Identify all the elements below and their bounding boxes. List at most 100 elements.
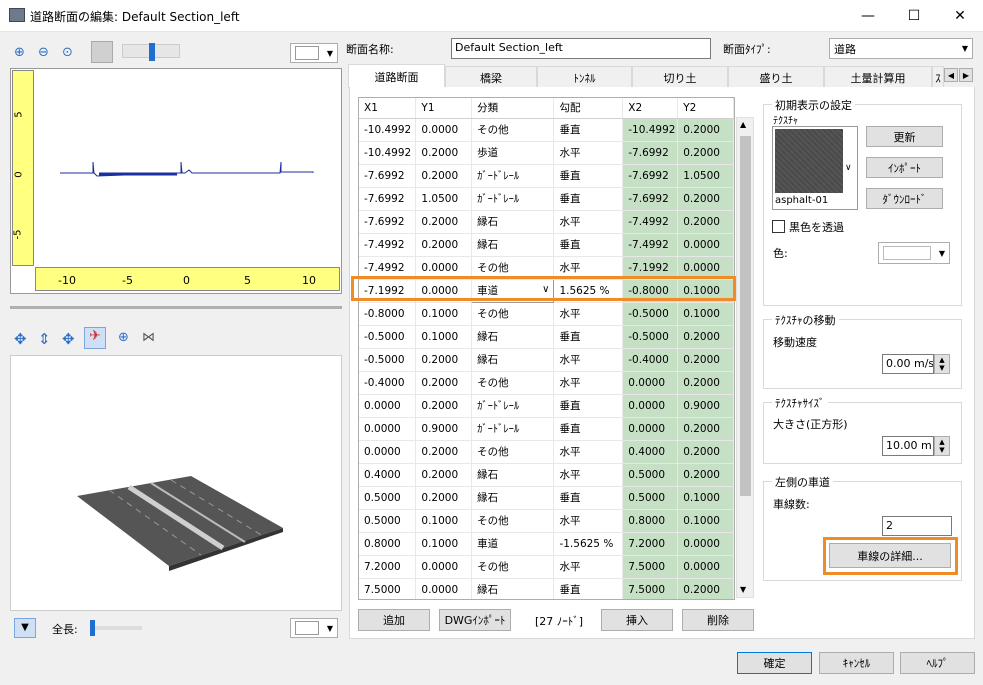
size-input[interactable]: 10.00 m [882, 436, 934, 456]
lane-detail-button[interactable]: 車線の詳細... [829, 543, 951, 568]
table-row[interactable]: -0.5000 0.1000 縁石 垂直 -0.5000 0.2000 [359, 325, 734, 349]
table-cell[interactable]: 水平 [553, 509, 624, 533]
table-cell[interactable]: 0.2000 [415, 164, 473, 188]
table-row[interactable]: 0.5000 0.2000 縁石 垂直 0.5000 0.1000 [359, 486, 734, 510]
table-cell[interactable]: 縁石 [471, 233, 555, 257]
table-cell[interactable]: 0.0000 [359, 394, 417, 418]
table-cell[interactable]: 0.0000 [677, 555, 734, 579]
zoom-slider[interactable] [122, 43, 180, 61]
table-cell[interactable]: 0.2000 [415, 486, 473, 510]
table-row[interactable]: 0.0000 0.9000 ｶﾞｰﾄﾞﾚｰﾙ 垂直 0.0000 0.2000 [359, 417, 734, 441]
insert-button[interactable]: 挿入 [601, 609, 673, 631]
table-cell[interactable]: 0.2000 [677, 141, 734, 165]
section-grid[interactable]: X1 Y1 分類 勾配 X2 Y2 -10.4992 0.0000 その他 垂直 -10… [358, 97, 735, 600]
table-cell[interactable]: 水平 [553, 302, 624, 326]
table-row[interactable]: 0.5000 0.1000 その他 水平 0.8000 0.1000 [359, 509, 734, 533]
update-button[interactable]: 更新 [866, 126, 943, 147]
col-header-x2[interactable]: X2 [622, 98, 679, 119]
table-row[interactable]: -7.6992 0.2000 ｶﾞｰﾄﾞﾚｰﾙ 垂直 -7.6992 1.0500 [359, 164, 734, 188]
table-cell[interactable]: 0.2000 [677, 578, 734, 599]
table-row[interactable]: -10.4992 0.2000 歩道 水平 -7.6992 0.2000 [359, 141, 734, 165]
table-cell[interactable]: 7.5000 [622, 555, 679, 579]
table-cell[interactable]: 0.1000 [415, 532, 473, 556]
down-arrow-icon[interactable]: ▼ [14, 618, 36, 638]
col-header-y2[interactable]: Y2 [677, 98, 734, 119]
tab-road-section[interactable]: 道路断面 [348, 64, 445, 88]
length-slider[interactable] [90, 620, 142, 636]
table-cell[interactable]: 縁石 [471, 210, 555, 234]
table-cell[interactable]: -0.4000 [622, 348, 679, 372]
table-cell[interactable]: 歩道 [471, 141, 555, 165]
table-cell[interactable]: 0.5000 [359, 486, 417, 510]
table-cell[interactable]: 0.2000 [415, 463, 473, 487]
table-cell[interactable]: 垂直 [553, 486, 624, 510]
import-button[interactable]: ｲﾝﾎﾟｰﾄ [866, 157, 943, 178]
table-cell[interactable]: その他 [471, 118, 555, 142]
table-cell[interactable]: 0.2000 [677, 463, 734, 487]
table-cell[interactable]: 0.5000 [622, 486, 679, 510]
table-cell[interactable]: 0.9000 [415, 417, 473, 441]
table-row[interactable]: 0.8000 0.1000 車道 -1.5625 % 7.2000 0.0000 [359, 532, 734, 556]
table-cell[interactable]: 0.0000 [622, 371, 679, 395]
table-cell[interactable]: ｶﾞｰﾄﾞﾚｰﾙ [471, 417, 555, 441]
table-cell[interactable]: 水平 [553, 371, 624, 395]
table-cell[interactable]: 0.8000 [622, 509, 679, 533]
table-cell[interactable]: ｶﾞｰﾄﾞﾚｰﾙ [471, 164, 555, 188]
col-header-slope[interactable]: 勾配 [553, 98, 624, 119]
table-cell[interactable]: 7.5000 [359, 578, 417, 599]
table-cell[interactable]: 縁石 [471, 486, 555, 510]
table-cell[interactable]: 水平 [553, 440, 624, 464]
maximize-button[interactable]: ☐ [891, 0, 937, 32]
table-cell[interactable]: 7.5000 [622, 578, 679, 599]
table-cell[interactable]: 0.2000 [415, 210, 473, 234]
table-cell[interactable]: -0.5000 [359, 348, 417, 372]
table-cell[interactable]: 0.5000 [359, 509, 417, 533]
dwg-import-button[interactable]: DWGｲﾝﾎﾟｰﾄ [439, 609, 511, 631]
table-cell[interactable]: 水平 [553, 463, 624, 487]
col-header-type[interactable]: 分類 [471, 98, 555, 119]
zoom-3d-icon[interactable]: ⊕ [118, 330, 129, 345]
pan-icon[interactable]: ✥ [62, 330, 75, 348]
table-cell[interactable]: 垂直 [553, 417, 624, 441]
tab-tunnel[interactable]: ﾄﾝﾈﾙ [537, 66, 632, 88]
table-cell[interactable]: 0.2000 [415, 440, 473, 464]
table-row[interactable]: 7.2000 0.0000 その他 水平 7.5000 0.0000 [359, 555, 734, 579]
table-cell[interactable]: 0.4000 [622, 440, 679, 464]
table-cell[interactable]: 水平 [553, 555, 624, 579]
table-cell[interactable]: 0.2000 [415, 233, 473, 257]
table-cell[interactable]: 1.0500 [415, 187, 473, 211]
table-cell[interactable]: ｶﾞｰﾄﾞﾚｰﾙ [471, 394, 555, 418]
table-row[interactable]: 0.4000 0.2000 縁石 水平 0.5000 0.2000 [359, 463, 734, 487]
table-cell[interactable]: 0.5000 [622, 463, 679, 487]
table-cell[interactable]: 0.2000 [677, 210, 734, 234]
table-cell[interactable]: 0.1000 [677, 509, 734, 533]
table-cell[interactable]: 縁石 [471, 463, 555, 487]
table-row[interactable]: -7.6992 0.2000 縁石 水平 -7.4992 0.2000 [359, 210, 734, 234]
table-cell[interactable]: 縁石 [471, 325, 555, 349]
table-cell[interactable]: 0.2000 [415, 348, 473, 372]
table-cell[interactable]: 0.2000 [677, 187, 734, 211]
table-cell[interactable]: 垂直 [553, 187, 624, 211]
table-cell[interactable]: 0.0000 [415, 578, 473, 599]
table-cell[interactable]: その他 [471, 555, 555, 579]
table-cell[interactable]: 0.0000 [677, 532, 734, 556]
table-cell[interactable]: 0.2000 [677, 417, 734, 441]
table-cell[interactable]: -10.4992 [359, 141, 417, 165]
table-cell[interactable]: その他 [471, 440, 555, 464]
move-speed-spinner[interactable]: ▲ ▼ [934, 354, 950, 374]
splitter[interactable] [10, 306, 342, 309]
table-cell[interactable]: 0.2000 [677, 118, 734, 142]
tab-scroll-left[interactable]: ◀ [944, 68, 958, 82]
move-speed-input[interactable]: 0.00 m/s [882, 354, 934, 374]
table-cell[interactable]: 0.2000 [415, 371, 473, 395]
section-name-input[interactable]: Default Section_left [451, 38, 711, 59]
table-cell[interactable]: 0.1000 [415, 509, 473, 533]
delete-button[interactable]: 削除 [682, 609, 754, 631]
table-cell[interactable]: ｶﾞｰﾄﾞﾚｰﾙ [471, 187, 555, 211]
table-row[interactable]: -7.6992 1.0500 ｶﾞｰﾄﾞﾚｰﾙ 垂直 -7.6992 0.2000 [359, 187, 734, 211]
section-type-select[interactable]: 道路 ▼ [829, 38, 973, 59]
table-row[interactable]: -7.4992 0.2000 縁石 垂直 -7.4992 0.0000 [359, 233, 734, 257]
table-cell[interactable]: 0.0000 [622, 417, 679, 441]
zoom-in-icon[interactable]: ⊕ [14, 45, 25, 60]
table-cell[interactable]: 0.9000 [677, 394, 734, 418]
